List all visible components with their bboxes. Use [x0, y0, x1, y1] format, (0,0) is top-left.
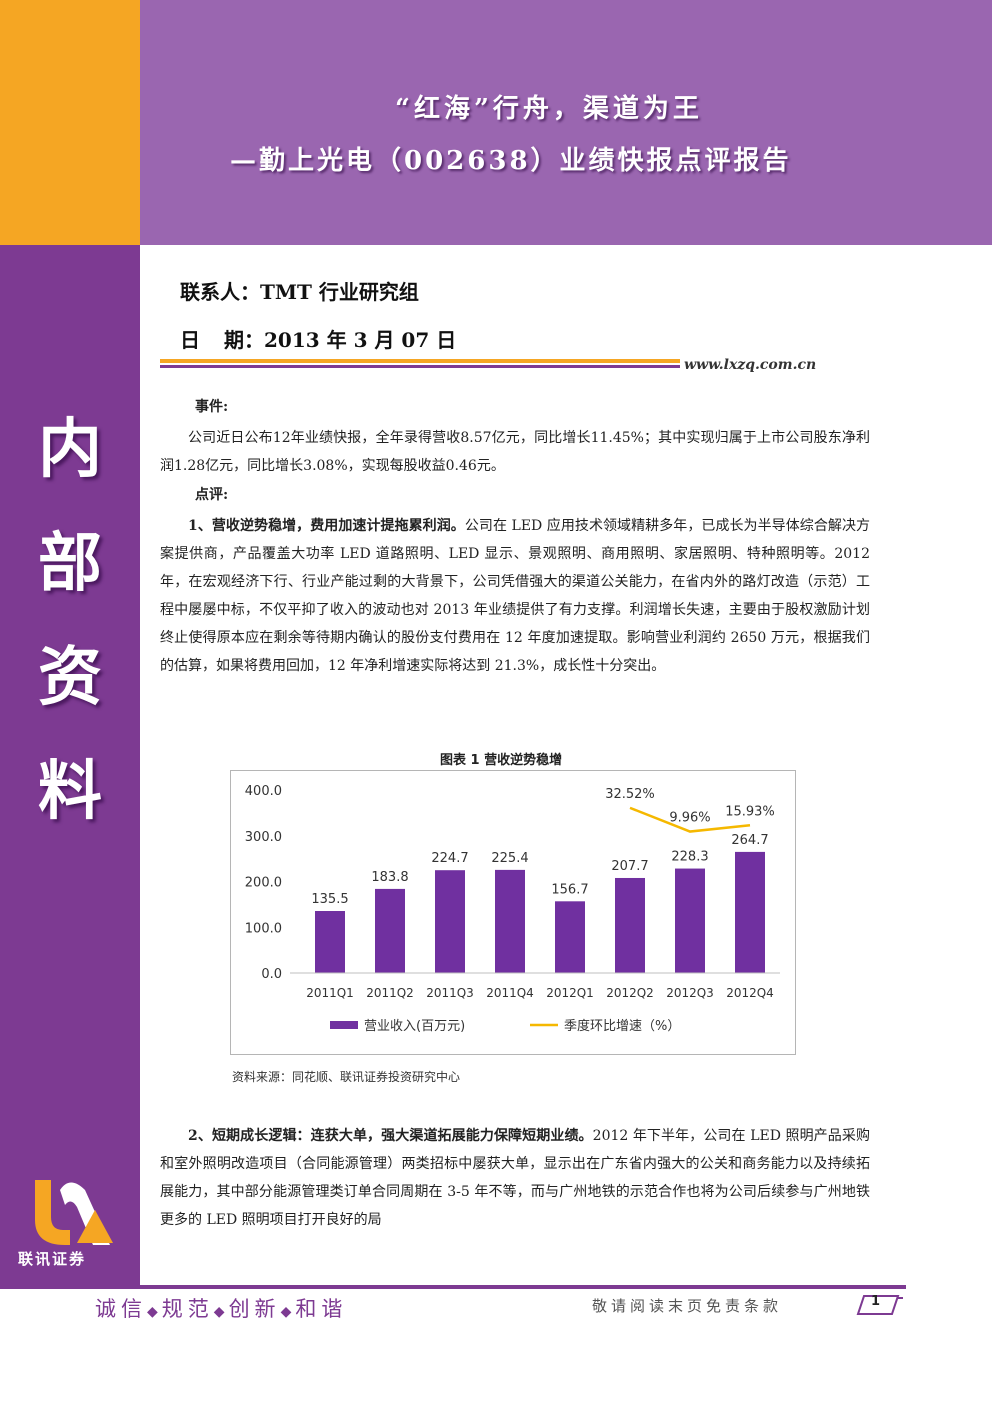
- motto-2: 规范: [161, 1297, 214, 1321]
- event-paragraph: 公司近日公布12年业绩快报，全年录得营收8.57亿元，同比增长11.45%；其中…: [160, 424, 870, 480]
- review-paragraph-1: 1、营收逆势稳增，费用加速计提拖累利润。公司在 LED 应用技术领域精耕多年，已…: [160, 512, 870, 680]
- growth-value-label: 32.52%: [605, 787, 655, 802]
- header-divider: [160, 359, 680, 368]
- bar: [675, 868, 705, 973]
- sidebar-char-3: 资: [38, 640, 102, 715]
- contact-value: TMT 行业研究组: [260, 280, 419, 304]
- review-para2-lead: 2、短期成长逻辑：连获大单，强大渠道拓展能力保障短期业绩。: [188, 1128, 593, 1144]
- bar: [735, 851, 765, 973]
- bar-value-label: 228.3: [671, 850, 708, 865]
- sidebar-char-2: 部: [38, 526, 102, 601]
- event-text: 公司近日公布12年业绩快报，全年录得营收8.57亿元，同比增长11.45%；其中…: [160, 430, 870, 474]
- report-subtitle: —勤上光电（002638）业绩快报点评报告: [230, 146, 792, 176]
- growth-value-label: 15.93%: [725, 804, 775, 819]
- review-para1-body: 公司在 LED 应用技术领域精耕多年，已成长为半导体综合解决方案提供商，产品覆盖…: [160, 518, 870, 674]
- y-tick-label: 100.0: [245, 921, 282, 936]
- bar: [315, 911, 345, 973]
- legend-label-growth: 季度环比增速（%）: [564, 1018, 680, 1034]
- footer-disclaimer: 敬请阅读末页免责条款: [592, 1297, 783, 1315]
- x-tick-label: 2011Q4: [486, 986, 534, 1000]
- contact-line: 联系人：TMT 行业研究组: [180, 276, 419, 305]
- y-tick-label: 400.0: [245, 784, 282, 799]
- motto-4: 和谐: [295, 1297, 348, 1321]
- x-tick-label: 2011Q2: [366, 986, 414, 1000]
- bar-value-label: 264.7: [731, 833, 768, 848]
- footer-motto: 诚信◆规范◆创新◆和谐: [95, 1293, 347, 1323]
- y-tick-label: 0.0: [261, 967, 282, 982]
- x-tick-label: 2012Q1: [546, 986, 594, 1000]
- bar: [375, 888, 405, 973]
- date-label-b: 期：: [224, 328, 264, 352]
- bar: [495, 869, 525, 973]
- review-heading: 点评:: [195, 487, 229, 503]
- legend-swatch-revenue: [330, 1021, 358, 1029]
- bar: [435, 870, 465, 973]
- motto-separator: ◆: [147, 1304, 162, 1320]
- x-tick-label: 2012Q4: [726, 986, 774, 1000]
- legend-label-revenue: 营业收入(百万元): [364, 1019, 465, 1034]
- bar: [555, 901, 585, 973]
- motto-1: 诚信: [95, 1297, 147, 1321]
- contact-label: 联系人：: [180, 280, 260, 304]
- x-tick-label: 2011Q1: [306, 986, 354, 1000]
- date-label-a: 日: [180, 328, 200, 352]
- y-tick-label: 300.0: [245, 830, 282, 845]
- bar-value-label: 225.4: [491, 851, 528, 866]
- growth-value-label: 9.96%: [669, 811, 710, 826]
- sidebar-char-1: 内: [38, 412, 102, 487]
- company-logo-text: 联讯证券: [18, 1250, 87, 1268]
- header-accent-block: [0, 0, 140, 245]
- revenue-chart: 400.0 300.0 200.0 100.0 0.0 135.5 2011Q1 183.8 2…: [245, 784, 780, 1034]
- review-para1-lead: 1、营收逆势稳增，费用加速计提拖累利润。: [188, 518, 465, 534]
- event-heading: 事件:: [195, 399, 229, 415]
- x-tick-label: 2012Q3: [666, 986, 714, 1000]
- review-paragraph-2: 2、短期成长逻辑：连获大单，强大渠道拓展能力保障短期业绩。2012 年下半年，公…: [160, 1122, 870, 1234]
- date-line: 日期：2013 年 3 月 07 日: [180, 324, 456, 353]
- motto-separator: ◆: [213, 1304, 229, 1320]
- figure-caption: 图表 1 营收逆势稳增: [440, 753, 563, 768]
- bar-value-label: 183.8: [371, 870, 408, 885]
- report-title: “红海”行舟，渠道为王: [395, 94, 703, 124]
- bar-value-label: 224.7: [431, 851, 468, 866]
- x-tick-label: 2012Q2: [606, 986, 654, 1000]
- bar-value-label: 207.7: [611, 859, 648, 874]
- page-number: 1: [871, 1294, 881, 1309]
- website-link[interactable]: www.lxzq.com.cn: [684, 357, 816, 373]
- x-tick-label: 2011Q3: [426, 986, 474, 1000]
- footer-divider: [0, 1285, 906, 1289]
- bar: [615, 877, 645, 973]
- y-tick-label: 200.0: [245, 876, 282, 891]
- bar-value-label: 156.7: [551, 882, 588, 897]
- motto-3: 创新: [228, 1297, 281, 1321]
- motto-separator: ◆: [280, 1304, 296, 1320]
- figure-source: 资料来源：同花顺、联讯证券投资研究中心: [232, 1070, 461, 1084]
- sidebar-char-4: 料: [38, 754, 102, 829]
- bar-value-label: 135.5: [311, 892, 348, 907]
- date-value: 2013 年 3 月 07 日: [264, 328, 457, 352]
